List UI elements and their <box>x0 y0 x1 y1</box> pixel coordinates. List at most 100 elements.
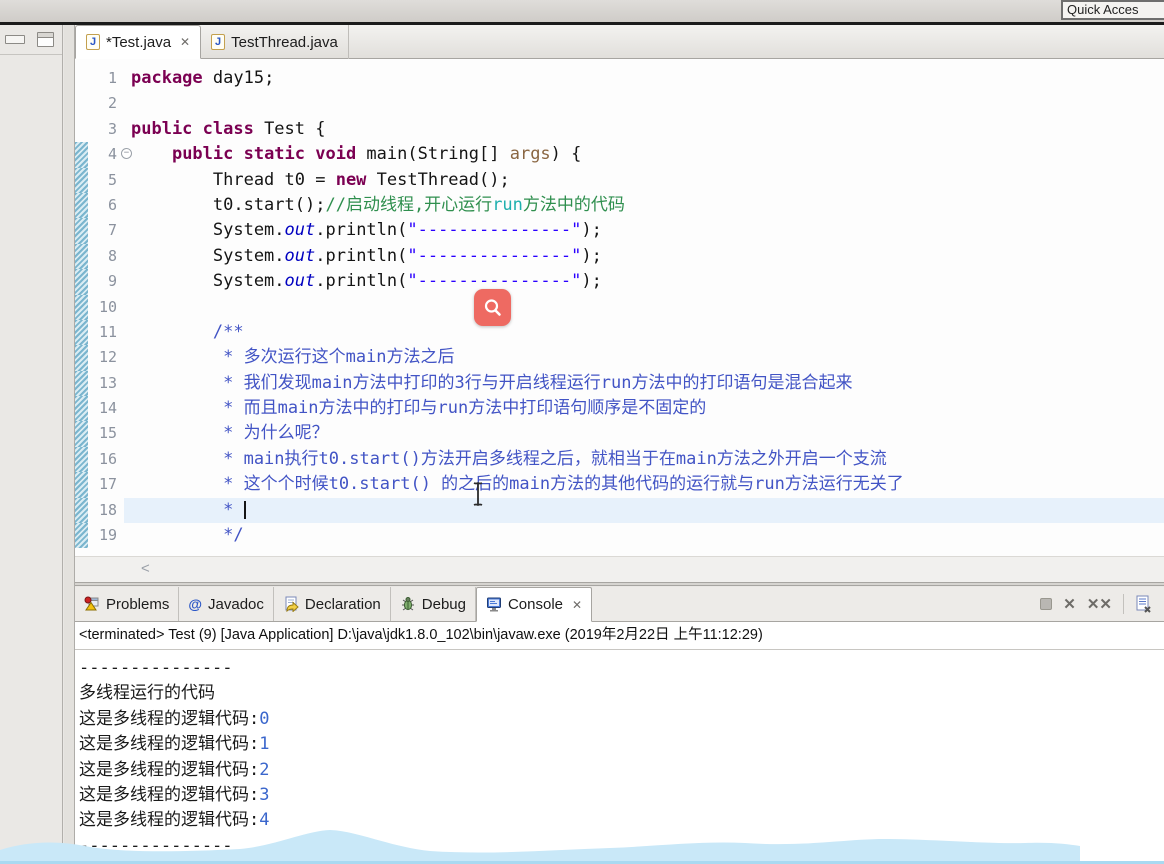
code-line-4[interactable]: 4− public static void main(String[] args… <box>75 142 1164 168</box>
console-line: --------------- <box>79 656 1164 681</box>
code-text[interactable]: public static void main(String[] args) { <box>124 142 1164 167</box>
tab-declaration[interactable]: Declaration <box>274 587 391 621</box>
code-text[interactable]: * 我们发现main方法中打印的3行与开启线程运行run方法中的打印语句是混合起… <box>124 371 1164 396</box>
code-text[interactable]: * 这个个时候t0.start() 的之后的main方法的其他代码的运行就与ru… <box>124 472 1164 497</box>
code-line-12[interactable]: 12 * 多次运行这个main方法之后 <box>75 345 1164 371</box>
code-text[interactable]: */ <box>124 523 1164 548</box>
remove-launch-icon[interactable]: ✕ <box>1063 595 1076 613</box>
text-segment: 2 <box>259 759 270 780</box>
tab-label: Javadoc <box>208 595 264 613</box>
range-indicator <box>75 117 88 142</box>
code-line-18[interactable]: 18 * <box>75 497 1164 524</box>
code-text[interactable]: * main执行t0.start()方法开启多线程之后，就相当于在main方法之… <box>124 447 1164 472</box>
text-segment <box>131 144 172 164</box>
quick-access-box[interactable]: Quick Acces <box>1061 0 1164 20</box>
collapsed-left-panel <box>0 25 63 864</box>
code-text[interactable]: System.out.println("---------------"); <box>124 218 1164 243</box>
remove-all-terminated-icon[interactable]: ✕✕ <box>1087 595 1112 613</box>
text-segment: out <box>284 271 316 292</box>
console-view: Problems @ Javadoc Declaration Debug Con… <box>75 587 1164 864</box>
text-segment: out <box>284 245 316 266</box>
range-indicator <box>75 269 88 295</box>
vertical-sash[interactable] <box>64 25 75 864</box>
eclipse-window: Quick Acces J *Test.java ✕ J TestThread.… <box>0 0 1164 864</box>
line-number: 7 <box>107 221 117 240</box>
code-text[interactable]: /** <box>124 320 1164 345</box>
code-line-15[interactable]: 15 * 为什么呢？ <box>75 421 1164 447</box>
text-segment: 多线程运行的代码 <box>79 683 215 704</box>
line-number: 10 <box>98 297 117 316</box>
code-line-7[interactable]: 7 System.out.println("---------------"); <box>75 218 1164 244</box>
code-line-11[interactable]: 11 /** <box>75 319 1164 346</box>
toolbar-separator <box>1123 594 1124 614</box>
code-text[interactable] <box>124 91 1164 116</box>
code-text[interactable]: * 为什么呢？ <box>124 421 1164 446</box>
range-indicator <box>75 167 88 193</box>
line-number: 18 <box>98 500 117 519</box>
tab-problems[interactable]: Problems <box>75 587 180 621</box>
code-line-3[interactable]: 3 public class Test { <box>75 117 1164 142</box>
code-line-10[interactable]: 10 <box>75 294 1164 320</box>
code-text[interactable]: * <box>124 497 1164 524</box>
code-line-13[interactable]: 13 * 我们发现main方法中打印的3行与开启线程运行run方法中的打印语句是… <box>75 370 1164 397</box>
text-segment: ); <box>581 271 602 292</box>
range-indicator <box>75 66 88 91</box>
close-icon[interactable]: ✕ <box>180 35 190 49</box>
tab-testthread-java[interactable]: J TestThread.java <box>201 25 349 59</box>
tab-label: Debug <box>421 595 466 613</box>
code-text[interactable]: t0.start();//启动线程,开心运行run方法中的代码 <box>124 193 1164 218</box>
minimize-icon[interactable] <box>5 35 25 44</box>
code-line-19[interactable]: 19 */ <box>75 523 1164 549</box>
code-lines[interactable]: 1 package day15; 2 3 public class Test {4− p… <box>75 59 1164 556</box>
scroll-left-arrow[interactable]: < <box>141 560 150 577</box>
text-segment: 这是多线程的逻辑代码: <box>79 708 260 729</box>
code-text[interactable]: System.out.println("---------------"); <box>124 269 1164 294</box>
close-icon[interactable]: ✕ <box>572 598 582 612</box>
tab-console[interactable]: Console ✕ <box>475 587 593 622</box>
range-indicator <box>75 243 88 270</box>
text-segment: 0 <box>259 708 270 729</box>
left-panel-toolbar <box>0 25 62 55</box>
code-text[interactable]: package day15; <box>124 66 1164 91</box>
code-text[interactable]: * 多次运行这个main方法之后 <box>124 345 1164 370</box>
horizontal-sash[interactable] <box>75 582 1164 586</box>
code-text[interactable] <box>124 295 1164 320</box>
code-line-5[interactable]: 5 Thread t0 = new TestThread(); <box>75 167 1164 193</box>
text-segment: * 而且main方法中的打印与run方法中打印语句顺序是不固定的 <box>131 398 707 419</box>
range-indicator <box>75 497 88 524</box>
clear-console-icon[interactable] <box>1135 595 1152 613</box>
text-segment: /** <box>131 321 244 342</box>
code-text[interactable]: public class Test { <box>124 117 1164 142</box>
horizontal-scroll-strip[interactable]: < <box>75 556 1164 582</box>
code-text[interactable]: System.out.println("---------------"); <box>124 244 1164 269</box>
code-line-17[interactable]: 17 * 这个个时候t0.start() 的之后的main方法的其他代码的运行就… <box>75 472 1164 498</box>
text-segment: --------------- <box>79 658 233 678</box>
tab-javadoc[interactable]: @ Javadoc <box>179 587 274 621</box>
declaration-icon <box>285 596 299 612</box>
restore-icon[interactable] <box>37 32 54 47</box>
tab-debug[interactable]: Debug <box>391 587 476 621</box>
code-line-9[interactable]: 9 System.out.println("---------------"); <box>75 269 1164 295</box>
code-line-2[interactable]: 2 <box>75 91 1164 116</box>
line-number: 5 <box>107 170 117 189</box>
range-indicator <box>75 472 88 498</box>
code-line-8[interactable]: 8 System.out.println("---------------"); <box>75 243 1164 270</box>
text-segment: TestThread(); <box>366 169 510 190</box>
code-text[interactable]: * 而且main方法中的打印与run方法中打印语句顺序是不固定的 <box>124 396 1164 421</box>
code-text[interactable]: Thread t0 = new TestThread(); <box>124 168 1164 193</box>
code-line-6[interactable]: 6 t0.start();//启动线程,开心运行run方法中的代码 <box>75 192 1164 219</box>
code-line-1[interactable]: 1 package day15; <box>75 66 1164 91</box>
text-segment: Test { <box>253 118 326 139</box>
text-segment: 1 <box>259 734 270 755</box>
code-line-16[interactable]: 16 * main执行t0.start()方法开启多线程之后，就相当于在main… <box>75 446 1164 473</box>
tab-label: Declaration <box>304 595 381 613</box>
text-segment: day15; <box>202 68 275 88</box>
tab-test-java[interactable]: J *Test.java ✕ <box>75 25 202 59</box>
range-indicator <box>75 142 88 168</box>
range-indicator <box>75 319 88 346</box>
javadoc-icon: @ <box>188 596 203 612</box>
code-line-14[interactable]: 14 * 而且main方法中的打印与run方法中打印语句顺序是不固定的 <box>75 396 1164 422</box>
line-number: 16 <box>98 449 117 468</box>
terminate-icon[interactable] <box>1040 598 1053 610</box>
console-line: 这是多线程的逻辑代码:1 <box>79 732 1164 757</box>
